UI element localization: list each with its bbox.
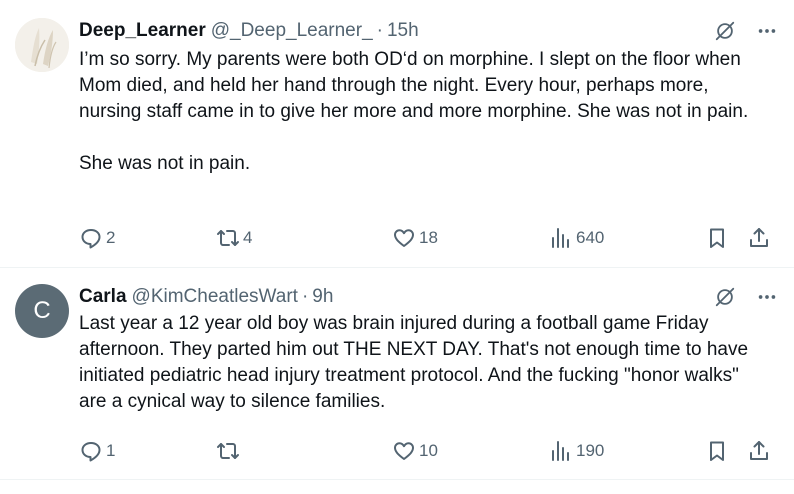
bookmark-icon xyxy=(710,441,724,461)
repost-count: 4 xyxy=(243,228,253,247)
heart-icon xyxy=(394,442,414,460)
reply-count: 2 xyxy=(106,228,116,247)
reply-button[interactable]: 2 xyxy=(79,225,115,251)
post-header: Carla @KimCheatlesWart · 9h xyxy=(79,285,778,309)
post[interactable]: Deep_Learner @_Deep_Learner_ · 15h I’m s… xyxy=(0,0,794,268)
post-paragraph: Last year a 12 year old boy was brain in… xyxy=(79,313,754,412)
avatar-letter: C xyxy=(33,297,51,324)
author-name[interactable]: Deep_Learner xyxy=(79,20,206,42)
post-time[interactable]: 15h xyxy=(387,20,419,42)
post-paragraph: I’m so sorry. My parents were both OD‘d … xyxy=(79,49,749,122)
author-name[interactable]: Carla xyxy=(79,286,127,308)
like-button[interactable]: 18 xyxy=(392,225,438,251)
grok-icon[interactable] xyxy=(714,20,736,42)
repost-icon xyxy=(217,230,239,246)
author-handle[interactable]: @KimCheatlesWart xyxy=(132,286,298,308)
reply-icon xyxy=(81,229,101,249)
post[interactable]: C Carla @KimCheatlesWart · 9h Last year … xyxy=(0,268,794,480)
more-icon[interactable] xyxy=(756,286,778,308)
view-count: 190 xyxy=(576,441,605,460)
like-count: 10 xyxy=(419,441,438,460)
views-button[interactable]: 640 xyxy=(549,225,604,251)
more-icon[interactable] xyxy=(756,20,778,42)
avatar-image xyxy=(15,18,69,72)
bookmark-button[interactable] xyxy=(705,438,729,464)
post-text: I’m so sorry. My parents were both OD‘d … xyxy=(79,47,769,177)
post-header: Deep_Learner @_Deep_Learner_ · 15h xyxy=(79,19,778,43)
reply-button[interactable]: 1 xyxy=(79,438,115,464)
bookmark-icon xyxy=(710,228,724,248)
bookmark-button[interactable] xyxy=(705,225,729,251)
post-text: Last year a 12 year old boy was brain in… xyxy=(79,311,769,415)
view-count: 640 xyxy=(576,228,605,247)
repost-button[interactable]: 4 xyxy=(216,225,252,251)
heart-icon xyxy=(394,229,414,247)
grok-icon[interactable] xyxy=(714,286,736,308)
post-actions: 2 4 18 640 xyxy=(79,225,779,251)
views-button[interactable]: 190 xyxy=(549,438,604,464)
share-button[interactable] xyxy=(747,438,771,464)
separator-dot: · xyxy=(376,20,383,41)
views-icon xyxy=(552,441,569,461)
reply-count: 1 xyxy=(106,441,116,460)
avatar[interactable]: C xyxy=(15,284,69,338)
reply-icon xyxy=(81,442,101,462)
repost-button[interactable] xyxy=(216,438,243,464)
share-icon xyxy=(750,228,768,247)
separator-dot: · xyxy=(301,286,309,307)
repost-icon xyxy=(217,443,239,459)
like-button[interactable]: 10 xyxy=(392,438,438,464)
share-icon xyxy=(750,441,768,460)
views-icon xyxy=(552,228,569,248)
share-button[interactable] xyxy=(747,225,771,251)
post-paragraph: She was not in pain. xyxy=(79,153,251,174)
avatar[interactable] xyxy=(15,18,69,72)
author-handle[interactable]: @_Deep_Learner_ xyxy=(211,20,373,42)
like-count: 18 xyxy=(419,228,438,247)
post-actions: 1 10 190 xyxy=(79,438,779,464)
post-time[interactable]: 9h xyxy=(312,286,333,308)
